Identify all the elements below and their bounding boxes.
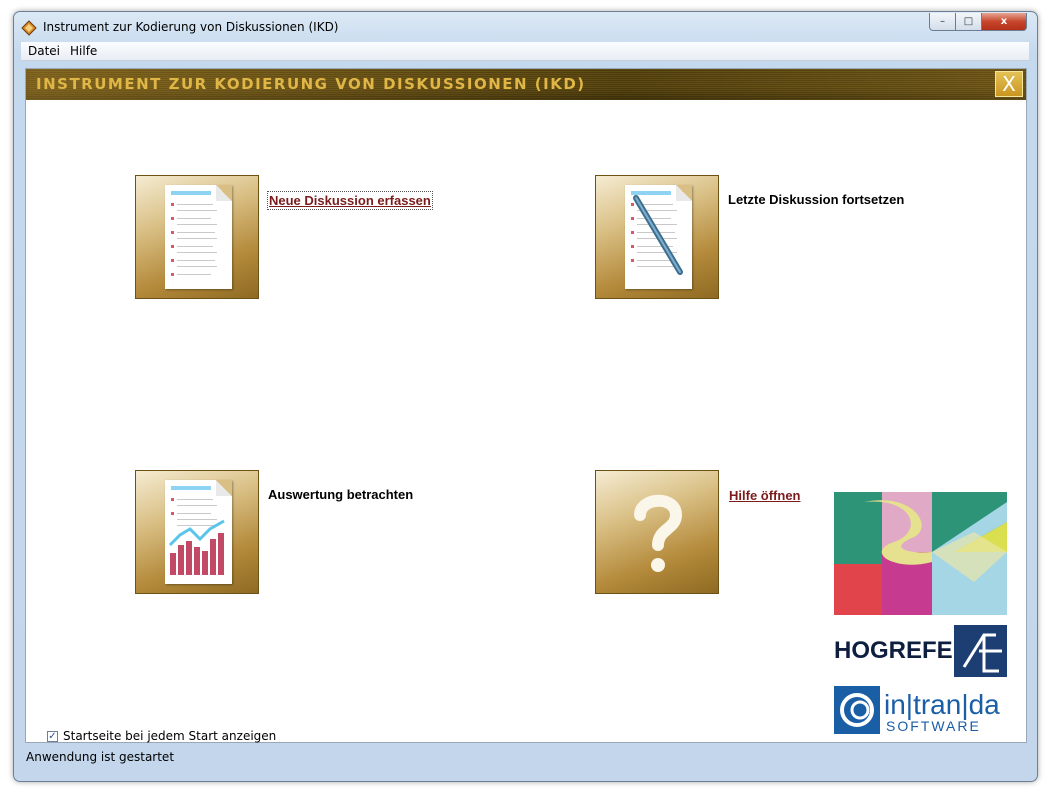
menu-hilfe[interactable]: Hilfe [70, 44, 97, 58]
app-window: Instrument zur Kodierung von Diskussione… [13, 11, 1038, 782]
window-title: Instrument zur Kodierung von Diskussione… [43, 20, 339, 34]
software-text: SOFTWARE [886, 718, 981, 734]
new-discussion-link[interactable]: Neue Diskussion erfassen [267, 191, 433, 210]
continue-discussion-label[interactable]: Letzte Diskussion fortsetzen [728, 192, 904, 207]
continue-discussion-tile[interactable] [595, 175, 719, 299]
pen-icon [633, 195, 683, 275]
menu-datei[interactable]: Datei [28, 44, 60, 58]
bar-chart-icon [168, 519, 225, 575]
question-mark-icon [634, 494, 683, 572]
help-tile[interactable] [595, 470, 719, 594]
intranda-logo: in|tran|da SOFTWARE [834, 686, 1000, 734]
hogrefe-artwork-logo [834, 492, 1007, 615]
maximize-button[interactable]: □ [955, 13, 982, 31]
status-text: Anwendung ist gestartet [26, 750, 175, 764]
startpage-checkbox-row[interactable]: ✓ Startseite bei jedem Start anzeigen [47, 729, 276, 743]
status-bar: Anwendung ist gestartet [21, 744, 1029, 772]
banner-close-button[interactable]: X [995, 71, 1023, 97]
minimize-button[interactable]: – [929, 13, 956, 31]
banner-title: INSTRUMENT ZUR KODIERUNG VON DISKUSSIONE… [36, 75, 586, 93]
new-discussion-tile[interactable] [135, 175, 259, 299]
header-banner: INSTRUMENT ZUR KODIERUNG VON DISKUSSIONE… [26, 69, 1026, 100]
evaluation-label[interactable]: Auswertung betrachten [268, 487, 413, 502]
hogrefe-text: HOGREFE [834, 637, 953, 664]
maximize-icon: □ [963, 16, 974, 27]
close-button[interactable]: x [981, 13, 1027, 31]
open-help-link[interactable]: Hilfe öffnen [729, 488, 801, 503]
close-icon: x [1000, 16, 1008, 27]
menu-bar: Datei Hilfe [21, 42, 1029, 61]
intranda-text: in|tran|da [884, 689, 1000, 720]
startpage-checkbox[interactable]: ✓ [47, 730, 58, 742]
evaluation-tile[interactable] [135, 470, 259, 594]
app-icon [21, 20, 37, 36]
minimize-icon: – [940, 16, 945, 27]
document-icon [165, 185, 232, 289]
start-page: INSTRUMENT ZUR KODIERUNG VON DISKUSSIONE… [25, 68, 1027, 743]
title-bar[interactable]: Instrument zur Kodierung von Diskussione… [14, 12, 1037, 42]
hogrefe-logo: HOGREFE [834, 625, 1007, 677]
startpage-checkbox-label[interactable]: Startseite bei jedem Start anzeigen [63, 729, 276, 743]
